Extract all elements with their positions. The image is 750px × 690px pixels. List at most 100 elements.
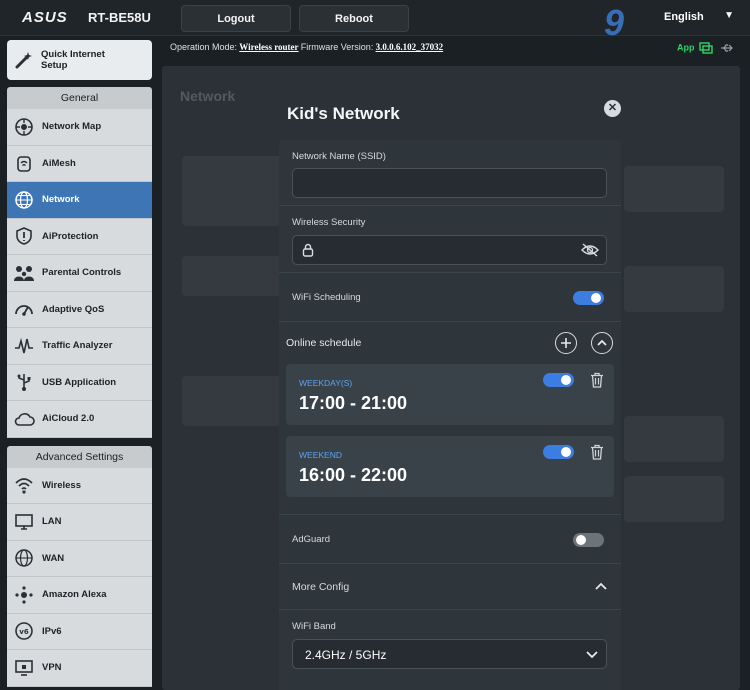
background-card	[624, 266, 724, 312]
eye-hidden-icon[interactable]	[581, 243, 599, 257]
sidebar-item-aimesh[interactable]: AiMesh	[7, 146, 152, 182]
sidebar-item-lan[interactable]: LAN	[7, 504, 152, 541]
status-bar: Operation Mode: Wireless router Firmware…	[160, 38, 750, 58]
password-field[interactable]	[292, 235, 607, 265]
background-card	[624, 416, 724, 462]
sidebar-item-adaptive-qos[interactable]: Adaptive QoS	[7, 292, 152, 328]
schedule-time: 17:00 - 21:00	[299, 393, 408, 413]
background-page-title: Network	[180, 88, 236, 104]
sidebar-item-label: LAN	[42, 516, 62, 528]
quick-setup-label-2: Setup	[41, 60, 68, 71]
sidebar-item-label: Adaptive QoS	[42, 303, 105, 315]
background-card	[182, 376, 282, 426]
pulse-icon	[12, 335, 36, 357]
quick-setup-label-1: Quick Internet	[41, 49, 105, 60]
sidebar-item-label: USB Application	[42, 376, 117, 388]
schedule-toggle[interactable]	[543, 373, 574, 387]
schedule-card-weekend[interactable]: WEEKEND 16:00 - 22:00	[286, 436, 614, 497]
wifi-scheduling-row: WiFi Scheduling	[279, 273, 621, 322]
sidebar-item-label: Parental Controls	[42, 267, 122, 279]
advanced-section-header: Advanced Settings	[7, 445, 152, 468]
sidebar-item-label: Amazon Alexa	[42, 589, 107, 601]
vpn-icon	[12, 657, 36, 679]
modal-title: Kid's Network	[287, 104, 400, 123]
close-icon[interactable]: ✕	[604, 100, 621, 117]
operation-mode-link[interactable]: Wireless router	[239, 42, 298, 52]
wand-icon	[15, 52, 32, 69]
general-menu: Network Map AiMesh Network AiProtection …	[7, 109, 152, 438]
reboot-button[interactable]: Reboot	[299, 5, 409, 32]
sidebar-item-label: VPN	[42, 662, 62, 674]
sidebar-item-ipv6[interactable]: v6 IPv6	[7, 614, 152, 650]
schedule-day-label: WEEKEND	[299, 450, 342, 460]
sidebar-item-aiprotection[interactable]: AiProtection	[7, 219, 152, 255]
logout-button[interactable]: Logout	[181, 5, 291, 32]
wifi-scheduling-toggle[interactable]	[573, 291, 604, 305]
sidebar-item-parental-controls[interactable]: Parental Controls	[7, 255, 152, 292]
sidebar-item-wireless[interactable]: Wireless	[7, 468, 152, 504]
sidebar-item-label: Network	[42, 194, 80, 206]
top-bar: ASUS RT-BE58U Logout Reboot 9 English ▼	[0, 0, 750, 43]
sidebar-item-label: AiCloud 2.0	[42, 413, 95, 425]
sidebar-item-network[interactable]: Network	[7, 182, 152, 219]
cloud-icon	[12, 408, 36, 430]
router-admin-page: ASUS RT-BE58U Logout Reboot 9 English ▼ …	[0, 0, 750, 690]
background-card	[182, 256, 282, 296]
more-config-label: More Config	[292, 581, 350, 593]
sidebar-item-amazon-alexa[interactable]: Amazon Alexa	[7, 577, 152, 614]
general-section-header: General	[7, 87, 152, 109]
ipv6-icon: v6	[12, 620, 36, 642]
sidebar: Quick Internet Setup General Network Map…	[7, 40, 152, 687]
background-card	[624, 476, 724, 522]
wifi-scheduling-label: WiFi Scheduling	[292, 292, 361, 303]
trash-icon[interactable]	[590, 372, 604, 388]
wifi-band-row: WiFi Band 2.4GHz / 5GHz	[279, 610, 621, 690]
add-schedule-button[interactable]	[555, 332, 577, 354]
app-link[interactable]: App	[677, 42, 695, 52]
adguard-label: AdGuard	[292, 534, 331, 545]
network-map-icon	[12, 116, 36, 138]
adguard-toggle[interactable]	[573, 533, 604, 547]
usb-status-icon[interactable]	[720, 42, 734, 54]
adguard-row: AdGuard	[279, 515, 621, 564]
svg-text:v6: v6	[19, 628, 29, 636]
firmware-version-link[interactable]: 3.0.0.6.102_37032	[376, 42, 444, 52]
lan-status-icon[interactable]	[699, 42, 713, 54]
globe-icon	[12, 189, 36, 211]
schedule-day-label: WEEKDAY(S)	[299, 378, 353, 388]
schedule-time: 16:00 - 22:00	[299, 465, 408, 485]
wifi-band-value: 2.4GHz / 5GHz	[305, 648, 387, 662]
chevron-up-icon	[595, 582, 607, 590]
ssid-input[interactable]	[292, 168, 607, 198]
shield-icon	[12, 225, 36, 247]
chevron-down-icon: ▼	[724, 10, 734, 21]
wifi-band-label: WiFi Band	[292, 621, 336, 632]
sidebar-item-network-map[interactable]: Network Map	[7, 109, 152, 146]
sidebar-item-label: Network Map	[42, 121, 102, 133]
wifi-band-select[interactable]: 2.4GHz / 5GHz	[292, 639, 607, 669]
online-schedule-label: Online schedule	[286, 337, 362, 349]
sidebar-item-vpn[interactable]: VPN	[7, 650, 152, 687]
schedule-card-weekday[interactable]: WEEKDAY(S) 17:00 - 21:00	[286, 364, 614, 425]
more-config-row[interactable]: More Config	[279, 564, 621, 610]
sidebar-item-usb-application[interactable]: USB Application	[7, 365, 152, 401]
security-row: Wireless Security	[279, 206, 621, 273]
chevron-up-icon	[597, 339, 607, 346]
sidebar-item-label: IPv6	[42, 625, 62, 637]
language-select[interactable]: English ▼	[640, 8, 740, 28]
collapse-schedule-button[interactable]	[591, 332, 613, 354]
sidebar-item-traffic-analyzer[interactable]: Traffic Analyzer	[7, 328, 152, 365]
security-label: Wireless Security	[292, 217, 366, 228]
schedule-toggle[interactable]	[543, 445, 574, 459]
toggle-knob	[561, 447, 571, 457]
quick-internet-setup-button[interactable]: Quick Internet Setup	[7, 40, 152, 80]
gauge-icon	[12, 298, 36, 320]
sidebar-item-label: Wireless	[42, 479, 81, 491]
sidebar-item-aicloud[interactable]: AiCloud 2.0	[7, 401, 152, 438]
sidebar-item-wan[interactable]: WAN	[7, 541, 152, 577]
trash-icon[interactable]	[590, 444, 604, 460]
sidebar-item-label: AiMesh	[42, 157, 76, 169]
wifi-icon	[12, 474, 36, 496]
chevron-down-icon	[586, 651, 598, 659]
sidebar-item-label: Traffic Analyzer	[42, 340, 113, 352]
